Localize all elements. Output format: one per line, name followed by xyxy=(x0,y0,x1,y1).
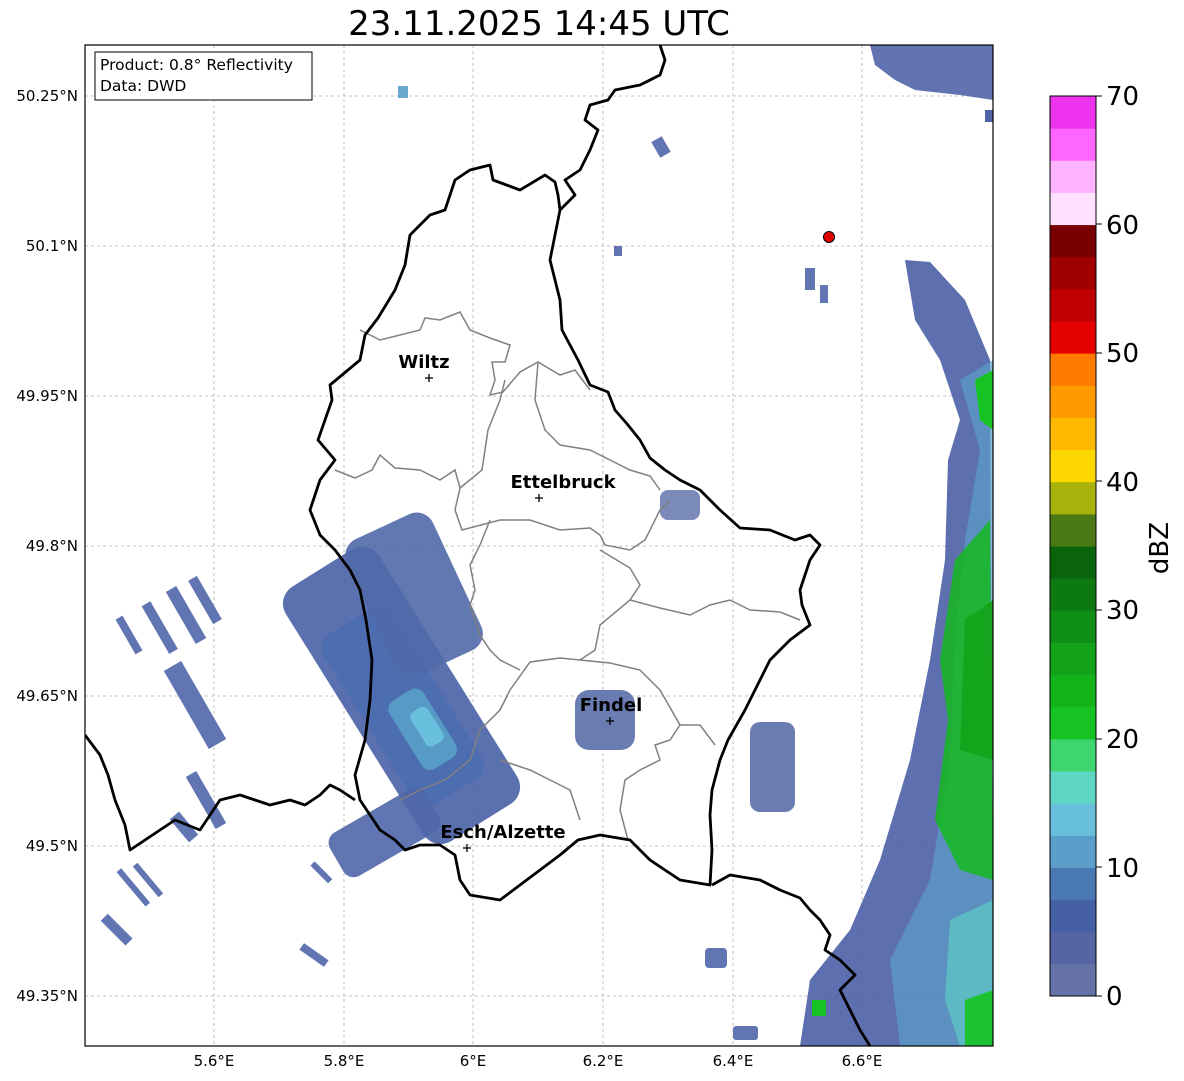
colorbar-segment xyxy=(1050,803,1096,836)
lon-tick: 6°E xyxy=(460,1052,487,1070)
colorbar-segment xyxy=(1050,642,1096,676)
colorbar-segment xyxy=(1050,224,1096,258)
info-source: Data: DWD xyxy=(100,77,186,95)
colorbar-segment xyxy=(1050,899,1096,933)
colorbar-segment xyxy=(1050,385,1096,418)
colorbar-segment xyxy=(1050,931,1096,965)
colorbar-tick-label: 60 xyxy=(1106,211,1139,241)
city-label-esch: Esch/Alzette xyxy=(440,822,565,843)
colorbar-segment xyxy=(1050,578,1096,611)
colorbar-tick-label: 0 xyxy=(1106,982,1123,1012)
lon-tick: 5.6°E xyxy=(194,1052,235,1070)
colorbar-tick-label: 70 xyxy=(1106,82,1139,112)
lat-tick: 49.95°N xyxy=(16,387,78,405)
colorbar-segment xyxy=(1050,481,1096,515)
city-label-ettelbruck: Ettelbruck xyxy=(510,472,616,493)
colorbar-tick-label: 20 xyxy=(1106,725,1139,755)
lon-tick: 6.4°E xyxy=(713,1052,754,1070)
colorbar-segment xyxy=(1050,706,1096,740)
colorbar-tick-label: 10 xyxy=(1106,854,1139,884)
colorbar-ticks xyxy=(1096,95,1102,997)
colorbar xyxy=(1050,96,1096,997)
lon-tick: 6.6°E xyxy=(842,1052,883,1070)
colorbar-segment xyxy=(1050,321,1096,354)
colorbar-segment xyxy=(1050,417,1096,451)
colorbar-segment xyxy=(1050,288,1096,322)
colorbar-segment xyxy=(1050,192,1096,226)
colorbar-segment xyxy=(1050,96,1096,129)
colorbar-segment xyxy=(1050,674,1096,708)
colorbar-segment xyxy=(1050,160,1096,193)
colorbar-segment xyxy=(1050,513,1096,547)
lat-tick: 49.5°N xyxy=(26,837,78,855)
colorbar-segment xyxy=(1050,256,1096,290)
map-frame xyxy=(85,45,993,1046)
city-label-wiltz: Wiltz xyxy=(398,352,449,373)
colorbar-segment xyxy=(1050,771,1096,804)
colorbar-tick-label: 30 xyxy=(1106,596,1139,626)
lat-tick: 49.65°N xyxy=(16,687,78,705)
colorbar-segment xyxy=(1050,546,1096,579)
lat-tick: 49.8°N xyxy=(26,537,78,555)
colorbar-label: dBZ xyxy=(1145,522,1175,574)
colorbar-tick-label: 40 xyxy=(1106,468,1139,498)
lon-tick: 5.8°E xyxy=(324,1052,365,1070)
colorbar-segment xyxy=(1050,449,1096,483)
radar-map: Wiltz Ettelbruck Findel Esch/Alzette Pro… xyxy=(16,44,1175,1070)
info-product: Product: 0.8° Reflectivity xyxy=(100,56,293,74)
lon-tick: 6.2°E xyxy=(583,1052,624,1070)
city-label-findel: Findel xyxy=(580,695,643,716)
radar-site-marker xyxy=(823,231,835,243)
lat-tick: 50.1°N xyxy=(26,237,78,255)
colorbar-segment xyxy=(1050,128,1096,161)
colorbar-segment xyxy=(1050,963,1096,997)
colorbar-segment xyxy=(1050,835,1096,868)
colorbar-segment xyxy=(1050,353,1096,386)
colorbar-segment xyxy=(1050,738,1096,772)
colorbar-segment xyxy=(1050,610,1096,643)
lat-tick: 49.35°N xyxy=(16,987,78,1005)
lat-tick: 50.25°N xyxy=(16,87,78,105)
colorbar-segment xyxy=(1050,867,1096,901)
colorbar-tick-label: 50 xyxy=(1106,339,1139,369)
